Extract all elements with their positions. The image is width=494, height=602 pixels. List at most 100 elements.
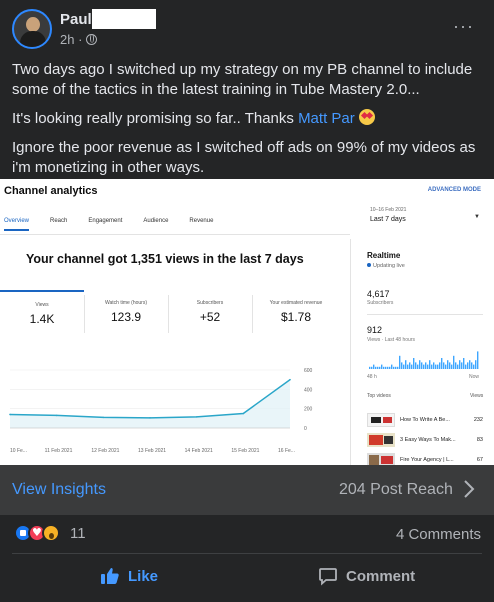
realtime-start-label: 48 h (367, 374, 377, 380)
analytics-title: Channel analytics (4, 185, 98, 197)
video-thumbnail (367, 433, 395, 447)
data-point (149, 417, 151, 419)
realtime-bar (441, 358, 443, 369)
realtime-bar (403, 364, 405, 369)
comment-icon (319, 568, 337, 586)
video-views: 232 (473, 417, 483, 423)
actions-divider (12, 553, 482, 554)
realtime-bar (447, 360, 449, 369)
realtime-bar (437, 364, 439, 369)
video-title: 3 Easy Ways To Mak... (400, 437, 456, 443)
post-paragraph-3: Ignore the poor revenue as I switched of… (12, 139, 476, 176)
metric-value: $1.78 (280, 310, 312, 324)
views-chart-svg: 600 400 200 0 10 Fe... 11 Feb 2021 12 Feb 2021… (9, 368, 313, 454)
realtime-bar (395, 366, 397, 369)
realtime-bar (423, 364, 425, 369)
metric-value: +52 (199, 310, 221, 324)
realtime-panel: Realtime Updating live 4,617 Subscribers… (350, 239, 494, 465)
tab-revenue: Revenue (189, 218, 214, 224)
post-time[interactable]: 2h · (60, 32, 82, 47)
y-tick-label: 600 (304, 368, 313, 374)
tabs-divider (0, 234, 350, 235)
metric-label: Your estimated revenue (269, 300, 323, 306)
date-value: Last 7 days (370, 216, 406, 223)
comments-count[interactable]: 4 Comments (396, 526, 481, 543)
x-tick-label: 11 Feb 2021 (45, 448, 73, 454)
tab-overview: Overview (4, 218, 30, 231)
like-label: Like (128, 567, 159, 585)
realtime-bar (369, 366, 371, 369)
realtime-bar (461, 362, 463, 369)
realtime-bar (407, 364, 409, 369)
realtime-bar (371, 366, 373, 369)
chevron-right-icon[interactable] (462, 480, 476, 498)
realtime-end-label: Now (469, 374, 480, 380)
realtime-bar (463, 358, 465, 369)
avatar[interactable] (12, 9, 52, 49)
post-header: Paul 2h · ··· (0, 0, 494, 58)
comment-button[interactable]: Comment (318, 566, 415, 586)
metric-label: Watch time (hours) (104, 300, 148, 306)
tab-audience: Audience (143, 218, 169, 224)
author-name[interactable]: Paul (60, 11, 92, 28)
realtime-bar (435, 364, 437, 369)
y-tick-label: 400 (304, 387, 313, 393)
realtime-bar (469, 360, 471, 369)
metric-watch-time: Watch time (hours) 123.9 (84, 290, 168, 336)
metric-subscribers: Subscribers +52 (168, 290, 252, 336)
realtime-bar (443, 362, 445, 369)
data-point (55, 414, 58, 417)
realtime-bar (381, 364, 383, 369)
analytics-tabs: Overview Reach Engagement Audience Reven… (4, 218, 234, 231)
realtime-bar (401, 362, 403, 369)
realtime-bar (473, 364, 475, 369)
realtime-bar (427, 364, 429, 369)
realtime-bar (471, 362, 473, 369)
thumbnail-shape (369, 435, 383, 445)
realtime-bar (467, 362, 469, 369)
realtime-bar (399, 355, 401, 369)
view-insights-link[interactable]: View Insights (12, 481, 106, 499)
like-button[interactable]: Like (100, 566, 158, 586)
realtime-bar (377, 366, 379, 369)
realtime-views: 912 (367, 325, 383, 335)
realtime-bar (419, 360, 421, 369)
realtime-subscribers-label: Subscribers (367, 300, 394, 306)
analytics-screenshot: Channel analytics ADVANCED MODE Overview… (0, 179, 494, 465)
thumbnail-shape (384, 436, 393, 444)
realtime-bar (409, 362, 411, 369)
more-options-icon[interactable]: ··· (453, 16, 474, 37)
video-thumbnail (367, 413, 395, 427)
x-tick-label: 14 Feb 2021 (185, 448, 213, 454)
post-reach[interactable]: 204 Post Reach (339, 481, 453, 499)
data-point (242, 412, 245, 415)
wow-reaction-icon (42, 524, 60, 542)
realtime-bar (387, 366, 389, 369)
mention-link[interactable]: Matt Par (298, 110, 355, 127)
data-point (9, 413, 11, 416)
video-views: 67 (476, 457, 483, 463)
thumbs-up-icon (101, 568, 119, 584)
insights-bar[interactable]: View Insights 204 Post Reach (0, 465, 494, 515)
realtime-bar (451, 364, 453, 369)
reactions-summary[interactable]: 11 (14, 524, 86, 542)
realtime-bar (475, 360, 477, 369)
thumbnail-shape (369, 455, 379, 465)
realtime-bar (453, 355, 455, 369)
comment-label: Comment (346, 567, 416, 585)
realtime-bar (417, 364, 419, 369)
realtime-bar (379, 366, 381, 369)
avatar-body (20, 31, 46, 47)
x-tick-label: 16 Fe... (278, 448, 295, 454)
post-paragraph-2: It's looking really promising so far.. T… (12, 109, 484, 129)
realtime-title: Realtime (367, 251, 401, 260)
y-tick-label: 0 (304, 426, 307, 432)
data-point (289, 378, 291, 381)
realtime-bar (391, 364, 393, 369)
realtime-bar (385, 366, 387, 369)
reaction-count[interactable]: 11 (70, 525, 86, 542)
realtime-divider (367, 314, 483, 315)
thumbnail-shape (383, 417, 392, 423)
realtime-bar (465, 364, 467, 369)
metric-revenue: Your estimated revenue $1.78 (252, 290, 340, 336)
